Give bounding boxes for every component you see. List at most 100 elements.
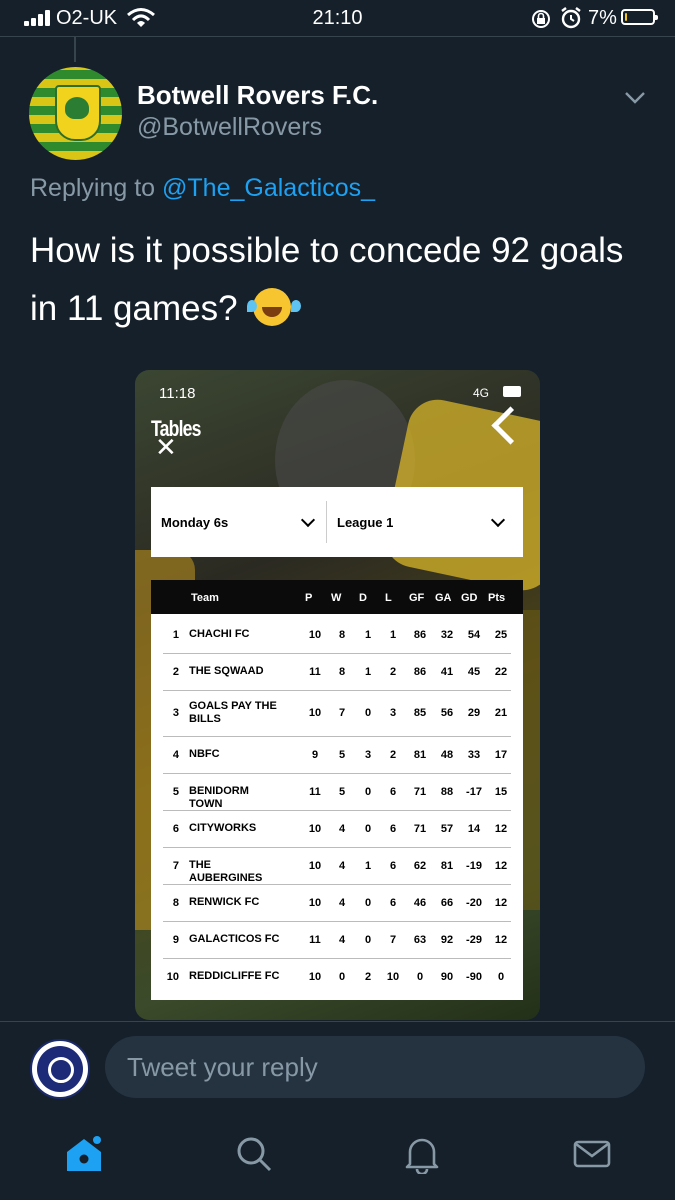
- stat-cell: 1: [364, 628, 372, 641]
- divider: [0, 1021, 675, 1022]
- chevron-down-icon: [300, 512, 316, 528]
- stat-cell: 0: [364, 707, 372, 719]
- stat-cell: 11: [309, 785, 321, 798]
- stat-cell: 15: [494, 785, 508, 798]
- stat-cell: 2: [389, 665, 397, 678]
- filter-bar: Monday 6s League 1: [151, 487, 523, 557]
- division-select-value: Monday 6s: [161, 515, 229, 530]
- image-status-time: 11:18: [159, 385, 196, 402]
- stat-cell: 6: [389, 785, 397, 798]
- team-cell: GALACTICOS FC: [189, 933, 280, 945]
- column-header: W: [331, 592, 342, 604]
- notifications-icon[interactable]: [402, 1134, 442, 1174]
- stat-cell: 2: [364, 970, 372, 983]
- stat-cell: 0: [338, 970, 346, 983]
- stat-cell: 81: [440, 859, 454, 872]
- league-table: Team P W D L GF GA GD Pts 1 CHACHI FC 10 8 1 1 86 32 54 2…: [151, 580, 523, 1000]
- stat-cell: 17: [494, 748, 508, 761]
- search-icon[interactable]: [234, 1134, 274, 1174]
- stat-cell: 3: [364, 748, 372, 761]
- stat-cell: 85: [413, 707, 427, 719]
- stat-cell: -17: [466, 785, 482, 798]
- stat-cell: 6: [389, 859, 397, 872]
- stat-cell: 88: [440, 785, 454, 798]
- galacticos-badge-icon: [37, 1046, 83, 1092]
- table-row: 8 RENWICK FC 10 4 0 6 46 66 -20 12: [163, 884, 511, 922]
- table-row: 7 THE AUBERGINES 10 4 1 6 62 81 -19 12: [163, 847, 511, 885]
- stat-cell: 0: [364, 785, 372, 798]
- author-avatar[interactable]: [29, 67, 122, 160]
- stat-cell: 33: [467, 748, 481, 761]
- team-cell: RENWICK FC: [189, 896, 260, 908]
- column-header: D: [359, 592, 367, 604]
- stat-cell: -29: [466, 933, 482, 946]
- home-icon[interactable]: [64, 1134, 104, 1174]
- stat-cell: 1: [364, 859, 372, 872]
- table-row: 10 REDDICLIFFE FC 10 0 2 10 0 90 -90 0: [163, 958, 511, 995]
- stat-cell: 1: [389, 628, 397, 641]
- stat-cell: 66: [440, 896, 454, 909]
- tab-bar: [0, 1120, 675, 1200]
- image-battery-icon: [503, 386, 521, 397]
- stat-cell: 12: [494, 933, 508, 946]
- stat-cell: -19: [466, 859, 482, 872]
- stat-cell: 92: [440, 933, 454, 946]
- stat-cell: 2: [389, 748, 397, 761]
- league-select: League 1: [327, 487, 523, 557]
- stat-cell: 0: [364, 896, 372, 909]
- team-cell: NBFC: [189, 748, 220, 760]
- position-cell: 6: [172, 822, 179, 835]
- tweet-text: How is it possible to concede 92 goals i…: [30, 222, 630, 338]
- stat-cell: 7: [338, 707, 346, 719]
- position-cell: 2: [172, 665, 179, 678]
- stat-cell: 12: [494, 859, 508, 872]
- stat-cell: 4: [338, 822, 346, 835]
- author-handle[interactable]: @BotwellRovers: [137, 113, 322, 142]
- image-network-label: 4G: [473, 386, 490, 400]
- column-header: L: [385, 592, 392, 604]
- stat-cell: 10: [308, 707, 322, 719]
- mention-link[interactable]: @The_Galacticos_: [162, 174, 375, 202]
- crest-icon: [55, 85, 101, 141]
- column-header: P: [305, 592, 313, 604]
- league-select-value: League 1: [337, 515, 394, 530]
- team-cell: REDDICLIFFE FC: [189, 970, 280, 982]
- stat-cell: 57: [440, 822, 454, 835]
- reply-input[interactable]: [105, 1036, 645, 1098]
- stat-cell: 11: [309, 665, 321, 678]
- replying-to-label: Replying to: [30, 174, 163, 202]
- stat-cell: 5: [338, 785, 346, 798]
- table-row: 2 THE SQWAAD 11 8 1 2 86 41 45 22: [163, 653, 511, 691]
- stat-cell: 25: [494, 628, 508, 641]
- stat-cell: 45: [467, 665, 481, 678]
- position-cell: 3: [172, 707, 179, 719]
- stat-cell: 71: [413, 785, 427, 798]
- tweet-image[interactable]: 11:18 4G Tables ✕ Monday 6s League 1 Tea…: [135, 370, 540, 1020]
- table-row: 9 GALACTICOS FC 11 4 0 7 63 92 -29 12: [163, 921, 511, 959]
- stat-cell: 4: [338, 859, 346, 872]
- stat-cell: 9: [311, 748, 319, 761]
- stat-cell: 14: [467, 822, 481, 835]
- stat-cell: 86: [413, 665, 427, 678]
- stat-cell: 90: [440, 970, 454, 983]
- column-header: Pts: [488, 592, 506, 604]
- chevron-down-icon[interactable]: [622, 84, 648, 110]
- team-cell: BENIDORM TOWN: [189, 785, 249, 810]
- messages-icon[interactable]: [572, 1134, 612, 1174]
- team-cell: CITYWORKS: [189, 822, 257, 834]
- stat-cell: 10: [308, 896, 322, 909]
- stat-cell: 12: [494, 822, 508, 835]
- stat-cell: 10: [308, 970, 322, 983]
- team-cell: CHACHI FC: [189, 628, 250, 640]
- thread-line: [74, 36, 76, 62]
- stat-cell: 4: [338, 896, 346, 909]
- stat-cell: 22: [494, 665, 508, 678]
- battery-percent: 7%: [588, 7, 617, 29]
- author-name[interactable]: Botwell Rovers F.C.: [137, 80, 378, 111]
- stat-cell: 10: [308, 859, 322, 872]
- division-select: Monday 6s: [151, 487, 326, 557]
- team-cell: THE AUBERGINES: [189, 859, 263, 884]
- close-icon: ✕: [155, 432, 177, 462]
- stat-cell: 6: [389, 896, 397, 909]
- user-avatar[interactable]: [30, 1039, 90, 1099]
